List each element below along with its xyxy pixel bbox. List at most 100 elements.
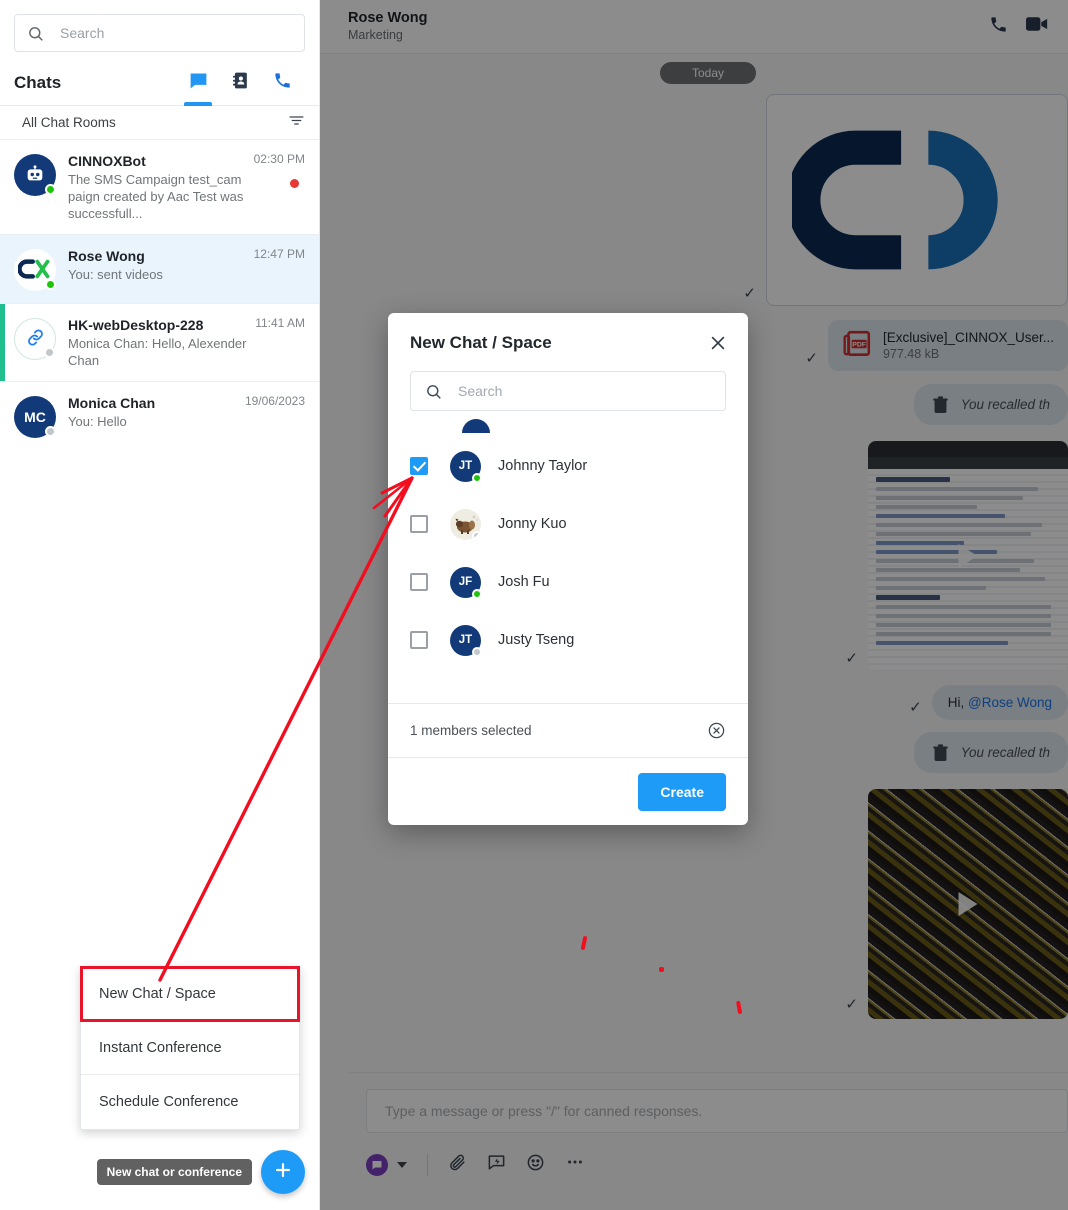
chat-list: CINNOXBot The SMS Campaign test_campaign… (0, 140, 319, 450)
member-checkbox[interactable] (410, 573, 428, 591)
dialog-search-box[interactable] (410, 371, 726, 411)
presence-indicator (45, 279, 56, 290)
sidebar-tabs: Chats (0, 60, 319, 106)
avatar: JT (450, 450, 482, 483)
dialog-header: New Chat / Space (388, 313, 748, 361)
section-label: All Chat Rooms (22, 115, 116, 130)
new-chat-menu: New Chat / Space Instant Conference Sche… (80, 966, 300, 1130)
chat-bubble-icon (188, 70, 209, 96)
chat-name: HK-webDesktop-228 (68, 317, 204, 333)
search-input[interactable] (58, 24, 292, 42)
phone-icon (273, 71, 292, 95)
list-item[interactable]: CINNOXBot The SMS Campaign test_campaign… (0, 140, 319, 235)
member-name: Josh Fu (498, 574, 550, 590)
chat-name: CINNOXBot (68, 153, 146, 169)
new-chat-space-dialog: New Chat / Space JT Johnny (388, 313, 748, 825)
chat-time: 02:30 PM (253, 152, 305, 166)
sidebar-title: Chats (14, 72, 62, 92)
tab-calls[interactable] (261, 60, 303, 106)
tab-active-indicator (184, 101, 212, 106)
member-row-jonny-kuo[interactable]: Jonny Kuo (388, 495, 748, 553)
dialog-search-input[interactable] (456, 382, 711, 400)
sidebar-search-wrap (0, 0, 319, 60)
member-list[interactable]: JT Johnny Taylor Jonny Kuo JF Josh Fu JT… (388, 415, 748, 703)
partial-scrolled-row (388, 419, 748, 433)
chat-preview: You: sent videos (68, 267, 163, 282)
avatar: MC (14, 396, 56, 438)
selected-count-label: 1 members selected (410, 723, 532, 738)
link-icon (25, 327, 46, 351)
member-name: Jonny Kuo (498, 516, 567, 532)
list-item-meta: 11:41 AM (249, 316, 305, 369)
presence-indicator (472, 472, 482, 483)
avatar-initials: JT (458, 460, 473, 472)
chat-name: Rose Wong (68, 248, 145, 264)
dialog-selection-footer: 1 members selected (388, 703, 748, 757)
avatar (14, 318, 56, 360)
presence-indicator (472, 646, 482, 657)
member-row-justy-tseng[interactable]: JT Justy Tseng (388, 611, 748, 669)
list-item-body: Monica Chan You: Hello (68, 394, 239, 438)
avatar (14, 249, 56, 291)
chat-name: Monica Chan (68, 395, 156, 411)
list-item-body: CINNOXBot The SMS Campaign test_campaign… (68, 152, 248, 222)
member-name: Justy Tseng (498, 632, 575, 648)
tab-contacts[interactable] (219, 60, 261, 106)
new-chat-fab-button[interactable] (261, 1150, 305, 1194)
chat-time: 11:41 AM (255, 316, 305, 330)
chat-preview: You: Hello (68, 414, 127, 429)
chat-time: 19/06/2023 (244, 394, 305, 408)
member-row-josh-fu[interactable]: JF Josh Fu (388, 553, 748, 611)
avatar: JF (450, 566, 482, 599)
unread-accent-bar (0, 304, 5, 381)
presence-indicator (472, 530, 481, 540)
member-checkbox[interactable] (410, 457, 428, 475)
dialog-title: New Chat / Space (410, 333, 552, 352)
avatar-initials: JF (458, 576, 473, 588)
all-chat-rooms-row: All Chat Rooms (0, 106, 319, 140)
chat-time: 12:47 PM (253, 247, 305, 261)
tab-chats[interactable] (177, 60, 219, 106)
avatar-initials: MC (24, 409, 46, 425)
list-item-body: Rose Wong You: sent videos (68, 247, 248, 291)
dialog-search-wrap (388, 361, 748, 415)
presence-indicator (45, 184, 56, 195)
list-item-meta: 02:30 PM (248, 152, 305, 222)
presence-indicator (472, 588, 482, 599)
close-icon[interactable] (708, 333, 728, 353)
presence-indicator (45, 426, 56, 437)
list-item-body: HK-webDesktop-228 Monica Chan: Hello, Al… (68, 316, 249, 369)
dialog-actions: Create (388, 757, 748, 825)
member-checkbox[interactable] (410, 515, 428, 533)
menu-item-instant-conference[interactable]: Instant Conference (81, 1021, 299, 1075)
avatar (450, 508, 481, 540)
unread-badge (290, 179, 299, 188)
plus-icon (272, 1159, 294, 1186)
menu-item-schedule-conference[interactable]: Schedule Conference (81, 1075, 299, 1129)
robot-icon (24, 163, 46, 188)
chat-preview: The SMS Campaign test_campaign created b… (68, 172, 244, 221)
search-icon (27, 25, 44, 42)
presence-indicator (44, 347, 55, 358)
menu-item-new-chat-space[interactable]: New Chat / Space (80, 966, 300, 1022)
avatar (14, 154, 56, 196)
avatar: JT (450, 624, 482, 657)
chat-sidebar: Chats (0, 0, 320, 1210)
list-item-meta: 19/06/2023 (239, 394, 305, 438)
list-item-meta: 12:47 PM (248, 247, 305, 291)
list-item[interactable]: HK-webDesktop-228 Monica Chan: Hello, Al… (0, 304, 319, 382)
list-item[interactable]: MC Monica Chan You: Hello 19/06/2023 (0, 382, 319, 450)
fab-tooltip: New chat or conference (96, 1159, 252, 1185)
member-checkbox[interactable] (410, 631, 428, 649)
clear-circle-icon[interactable] (707, 721, 726, 740)
search-box[interactable] (14, 14, 305, 52)
search-icon (425, 383, 442, 400)
chat-preview: Monica Chan: Hello, Alexender Chan (68, 336, 247, 368)
list-item[interactable]: Rose Wong You: sent videos 12:47 PM (0, 235, 319, 304)
create-button[interactable]: Create (638, 772, 726, 811)
filter-icon[interactable] (288, 112, 305, 134)
member-name: Johnny Taylor (498, 458, 588, 474)
fab-area: New chat or conference (96, 1150, 305, 1194)
contacts-book-icon (231, 71, 250, 95)
member-row-johnny-taylor[interactable]: JT Johnny Taylor (388, 437, 748, 495)
